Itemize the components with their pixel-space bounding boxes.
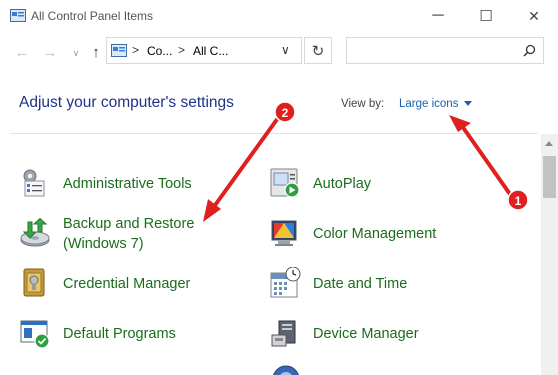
address-bar[interactable]: > Co... > All C... ∨ xyxy=(106,37,302,64)
back-button[interactable]: ← xyxy=(12,43,32,61)
item-device-manager[interactable]: Device Manager xyxy=(269,317,469,351)
breadcrumb-separator[interactable]: > xyxy=(178,43,185,57)
breadcrumb-separator[interactable]: > xyxy=(132,43,139,57)
item-label[interactable]: Date and Time xyxy=(313,275,407,294)
backup-restore-icon xyxy=(20,218,50,247)
chevron-down-icon: ∨ xyxy=(72,47,80,58)
item-default-programs[interactable]: Default Programs xyxy=(19,317,219,351)
annotation-arrowhead-1 xyxy=(449,115,471,132)
window-title: All Control Panel Items xyxy=(31,9,154,23)
divider xyxy=(10,133,538,134)
item-credential-manager[interactable]: Credential Manager xyxy=(19,267,219,301)
item-label[interactable]: Backup and Restore xyxy=(63,215,194,234)
maximize-icon: ☐ xyxy=(479,8,493,25)
page-title: Adjust your computer's settings xyxy=(19,94,234,111)
annotation-number-2: 2 xyxy=(282,106,289,120)
search-input[interactable] xyxy=(346,37,544,64)
item-backup-and-restore[interactable]: Backup and Restore (Windows 7) xyxy=(19,213,219,253)
control-panel-icon xyxy=(111,44,127,57)
minimize-icon: ─ xyxy=(432,7,444,24)
recent-locations-button[interactable]: ∨ xyxy=(66,44,86,62)
item-label[interactable]: Credential Manager xyxy=(63,275,190,294)
forward-button[interactable]: → xyxy=(40,43,60,61)
view-by-dropdown[interactable]: Large icons xyxy=(399,98,458,110)
close-icon: ✕ xyxy=(528,7,540,24)
title-bar: All Control Panel Items ─ ☐ ✕ xyxy=(0,0,558,32)
close-button[interactable]: ✕ xyxy=(511,0,557,32)
item-label[interactable]: Administrative Tools xyxy=(63,175,192,194)
back-arrow-icon: ← xyxy=(14,43,30,61)
item-date-and-time[interactable]: Date and Time xyxy=(269,267,469,301)
annotation-number-1: 1 xyxy=(515,194,522,208)
color-management-icon xyxy=(271,220,297,246)
device-manager-icon xyxy=(271,320,296,347)
annotation-arrow-1 xyxy=(460,124,514,199)
item-label[interactable]: AutoPlay xyxy=(313,175,371,194)
item-label[interactable]: Device Manager xyxy=(313,325,419,344)
date-time-icon xyxy=(270,267,301,298)
search-icon xyxy=(523,44,536,57)
item-autoplay[interactable]: AutoPlay xyxy=(269,167,429,201)
minimize-button[interactable]: ─ xyxy=(415,0,461,32)
scroll-thumb[interactable] xyxy=(543,156,556,198)
administrative-tools-icon xyxy=(23,169,45,197)
navigation-bar: ← → ∨ ↑ > Co... > All C... ∨ ↻ xyxy=(0,32,558,72)
default-programs-icon xyxy=(20,320,50,349)
breadcrumb-control-panel[interactable]: Co... xyxy=(147,44,172,58)
next-item-icon xyxy=(273,365,299,375)
item-color-management[interactable]: Color Management xyxy=(269,217,469,251)
refresh-icon: ↻ xyxy=(311,42,325,60)
up-button[interactable]: ↑ xyxy=(86,43,106,61)
annotation-marker-2 xyxy=(274,101,296,123)
address-dropdown-icon[interactable]: ∨ xyxy=(281,43,290,57)
chevron-down-icon[interactable] xyxy=(464,101,472,106)
forward-arrow-icon: → xyxy=(42,43,58,61)
credential-manager-icon xyxy=(23,268,45,297)
breadcrumb-all-items[interactable]: All C... xyxy=(193,44,228,58)
view-by-label: View by: xyxy=(341,98,385,110)
scroll-up-icon[interactable] xyxy=(545,141,553,146)
item-label-line2[interactable]: (Windows 7) xyxy=(63,235,144,254)
control-panel-icon xyxy=(10,9,26,22)
autoplay-icon xyxy=(270,168,300,198)
up-arrow-icon: ↑ xyxy=(92,43,100,61)
item-label[interactable]: Color Management xyxy=(313,225,436,244)
refresh-button[interactable]: ↻ xyxy=(304,37,332,64)
vertical-scrollbar[interactable] xyxy=(541,134,558,375)
annotation-marker-1 xyxy=(507,189,529,211)
item-administrative-tools[interactable]: Administrative Tools xyxy=(19,167,219,201)
item-label[interactable]: Default Programs xyxy=(63,325,176,344)
maximize-button[interactable]: ☐ xyxy=(463,0,509,32)
